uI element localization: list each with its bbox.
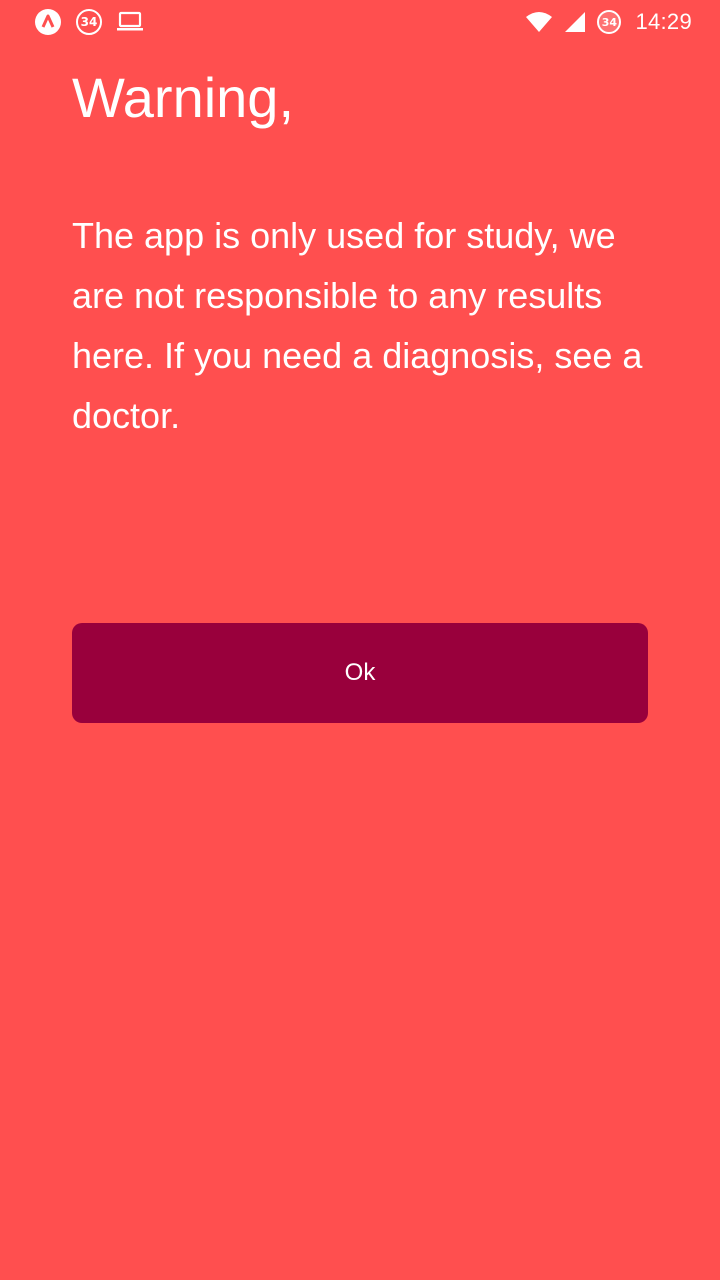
ok-button[interactable]: Ok [72,623,648,723]
laptop-icon [116,10,144,34]
status-bar-clock: 14:29 [635,9,692,34]
warning-title: Warning, [72,66,295,129]
notification-badge-icon: 34 [597,10,622,34]
warning-message: The app is only used for study, we are n… [72,215,643,436]
notification-badge-icon: 34 [76,9,102,35]
app-logo-icon [34,8,62,36]
status-bar-left: 34 [34,8,144,36]
wifi-icon [525,11,553,33]
status-bar-right: 34 14:29 [525,8,692,36]
status-bar: 34 34 14:29 [0,0,720,44]
cell-signal-icon [563,11,587,33]
